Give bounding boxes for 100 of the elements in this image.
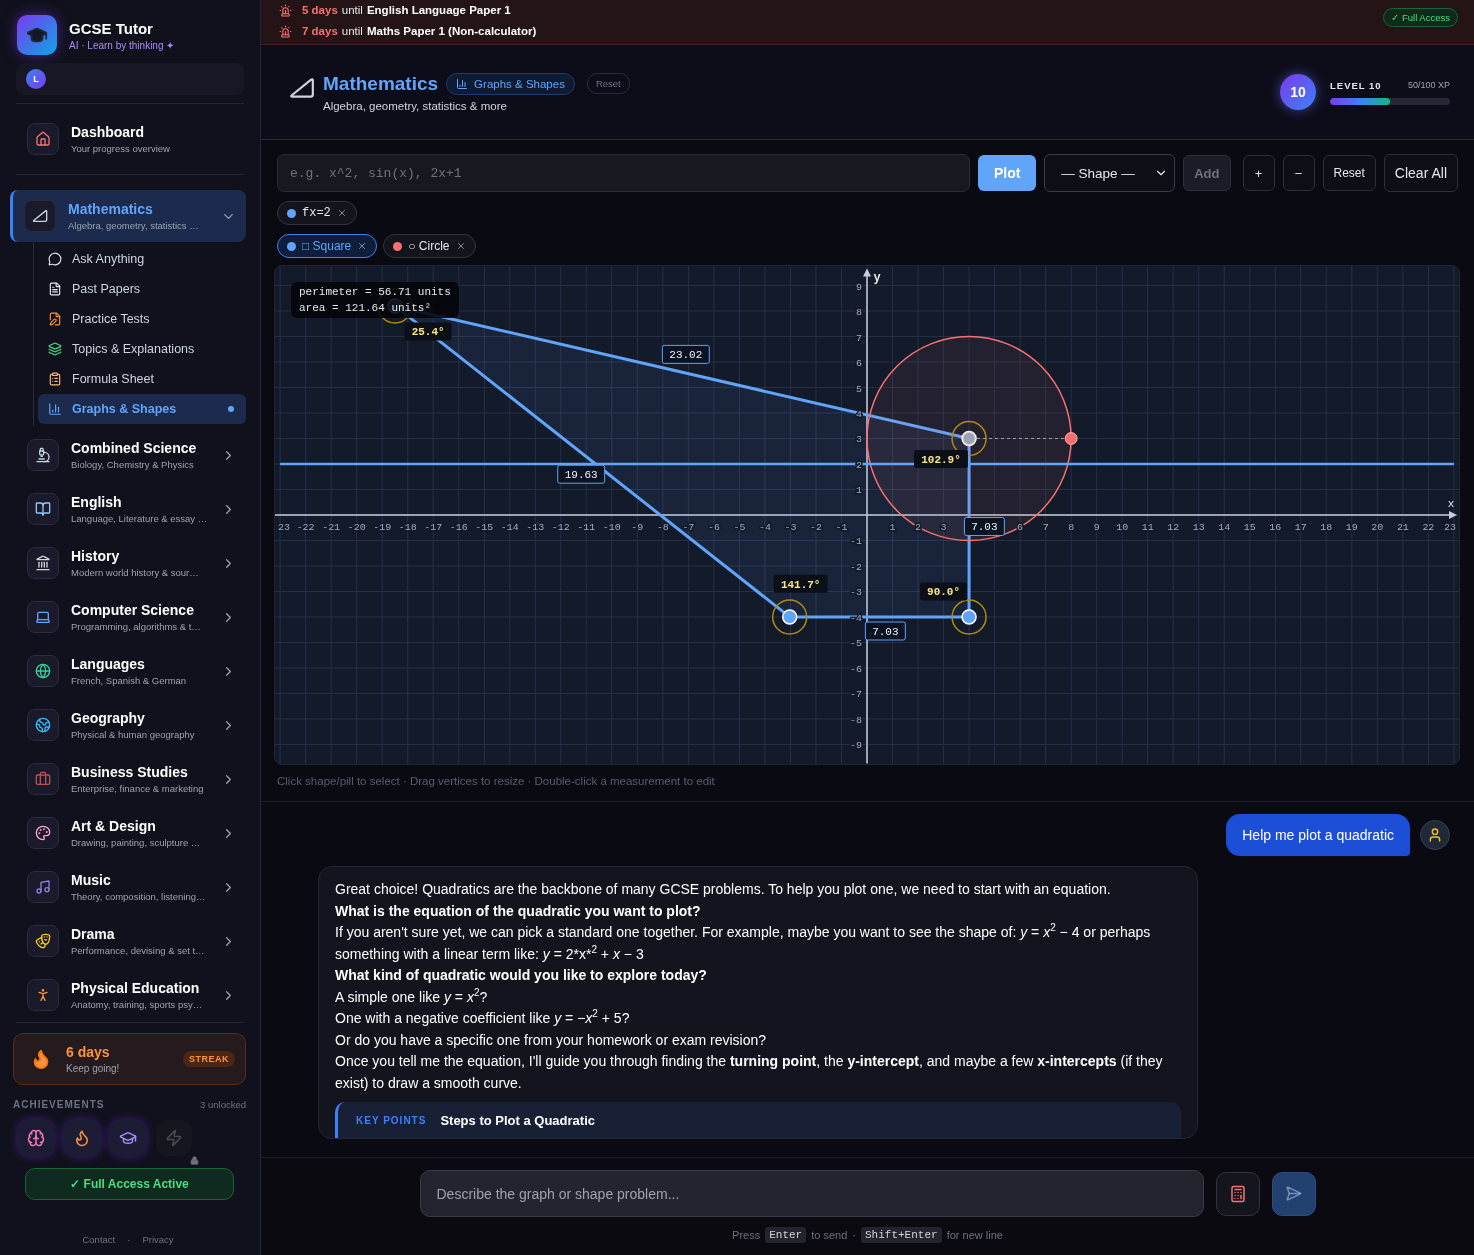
vertex-handle[interactable] [771, 599, 808, 635]
plot-pill[interactable]: fx=2 [277, 201, 357, 225]
send-button[interactable] [1271, 1171, 1316, 1216]
subject-item[interactable]: Computer Science Programming, algorithms & t… [10, 590, 246, 644]
axis-tick-label: 3 [856, 434, 862, 446]
subject-item[interactable]: Music Theory, composition, listening… [10, 860, 246, 914]
axis-tick-label: -14 [500, 521, 519, 533]
xp-text: 50/100 XP [1407, 79, 1450, 91]
subject-item[interactable]: Languages French, Spanish & German [10, 644, 246, 698]
subject-item[interactable]: Art & Design Drawing, painting, sculpture … [10, 806, 246, 860]
brain-icon [27, 1129, 45, 1147]
achievement-badge[interactable] [18, 1120, 54, 1156]
center-handle[interactable] [962, 432, 976, 445]
user-avatar[interactable]: L [26, 69, 46, 89]
full-access-button[interactable]: ✓ Full Access Active [25, 1168, 234, 1200]
section-title: ACHIEVEMENTS [13, 1099, 105, 1110]
measurement-label[interactable]: 141.7° [773, 574, 828, 593]
nav-title: Art & Design [71, 818, 157, 834]
subnav-item[interactable]: Graphs & Shapes [38, 394, 246, 424]
page-subtitle: Algebra, geometry, statistics & more [323, 99, 508, 112]
axis-label: x [1447, 498, 1455, 510]
axis-tick-label: -4 [758, 521, 771, 533]
axis-tick-label: 9 [1093, 521, 1100, 533]
axis-tick-label: -1 [835, 521, 848, 533]
lightning-icon [165, 1129, 183, 1147]
axis-tick-label: -10 [602, 521, 621, 533]
nav-title: Geography [71, 710, 146, 726]
measurement-label[interactable]: 25.4° [404, 322, 452, 341]
close-icon[interactable] [455, 241, 466, 251]
achievement-count: 3 unlocked [200, 1099, 246, 1110]
zoom-out-button[interactable]: − [1282, 155, 1315, 191]
subject-item[interactable]: History Modern world history & sour… [10, 536, 246, 590]
subject-item[interactable]: English Language, Literature & essay … [10, 482, 246, 536]
achievement-badge[interactable] [64, 1120, 100, 1156]
axis-tick-label: -9 [850, 740, 862, 752]
axis-tick-label: 12 [1167, 521, 1180, 533]
subnav-item[interactable]: Ask Anything [38, 244, 246, 274]
streak-badge: STREAK [183, 1051, 235, 1067]
reset-button[interactable]: Reset [1322, 155, 1376, 191]
key-points-label: KEY POINTS [356, 1114, 427, 1126]
measurement-label[interactable]: 19.63 [557, 464, 606, 484]
close-icon[interactable] [336, 208, 347, 218]
shape-select[interactable]: — Shape — [1044, 154, 1176, 192]
circle-shape[interactable] [866, 335, 1072, 542]
clear-all-button[interactable]: Clear All [1383, 154, 1458, 192]
message-text: One with a negative coefficient like y = −x$^{2}$ + 5? [335, 1008, 631, 1028]
globe-icon [35, 663, 51, 679]
shape-pill[interactable]: ○ Circle [383, 234, 476, 258]
measurement-label[interactable]: 102.9° [914, 449, 968, 468]
axis-tick-label: 13 [1192, 521, 1205, 533]
nav-subtitle: Programming, algorithms & t… [71, 621, 202, 632]
axis-tick-label: -7 [850, 689, 862, 701]
vertex-handle[interactable] [951, 599, 987, 635]
close-icon[interactable] [357, 241, 368, 251]
radius-handle[interactable] [1064, 432, 1078, 445]
subject-item[interactable]: Physical Education Anatomy, training, sports psy… [10, 968, 246, 1022]
axis-tick-label: 15 [1243, 521, 1256, 533]
measurement-label[interactable]: 7.03 [864, 621, 906, 641]
lock-icon [190, 1156, 199, 1165]
subnav-item[interactable]: Topics & Explanations [38, 334, 246, 364]
subject-item[interactable]: Business Studies Enterprise, finance & marketing [10, 752, 246, 806]
expression-field[interactable]: e.g. x^2, sin(x), 2x+1 [277, 154, 971, 192]
axis-tick-label: -6 [707, 521, 720, 533]
ruler-triangle-icon [32, 208, 48, 224]
reset-button[interactable]: Reset [586, 73, 630, 94]
message-field[interactable]: Describe the graph or shape problem... [419, 1170, 1204, 1217]
footer-link[interactable]: Privacy [142, 1234, 174, 1245]
axis-tick-label: -20 [347, 521, 366, 533]
subnav-item[interactable]: Formula Sheet [38, 364, 246, 394]
subnav-item[interactable]: Past Papers [38, 274, 246, 304]
function-line[interactable] [280, 462, 1454, 466]
subject-item[interactable]: Geography Physical & human geography [10, 698, 246, 752]
person-icon [1427, 827, 1443, 843]
calculator-button[interactable] [1215, 1171, 1260, 1216]
tool-pill[interactable]: Graphs & Shapes [446, 72, 575, 95]
measurement-label[interactable]: 23.02 [661, 344, 710, 364]
separator: · [127, 1234, 131, 1245]
axis-tick-label: 21 [1396, 521, 1409, 533]
measurement-label[interactable]: 90.0° [920, 582, 967, 601]
achievement-badge[interactable] [110, 1120, 146, 1156]
user-bar[interactable]: L [16, 63, 244, 95]
dashboard-item[interactable]: Dashboard Your progress overview [10, 112, 246, 166]
countdown-days: 5 days [302, 4, 338, 16]
graduation-cap-icon [119, 1129, 137, 1147]
measurement-label[interactable]: 7.03 [963, 517, 1005, 536]
subject-item[interactable]: Drama Performance, devising & set t… [10, 914, 246, 968]
subnav-item[interactable]: Practice Tests [38, 304, 246, 334]
message-heading: What kind of quadratic would you like to explore today? [335, 966, 708, 985]
subject-item[interactable]: Mathematics Algebra, geometry, statistics … [10, 190, 246, 242]
message-text: If you aren't sure yet, we can pick a standard one together. For example, maybe you want to see the shape of: y = x$^{2}$ − 4 or perhaps something with a linear term like: y = 2*x*$^{2}$ + x − 3 [335, 922, 1152, 964]
subject-item[interactable]: Combined Science Biology, Chemistry & Physics [10, 428, 246, 482]
exam-name: English Language Paper 1 [366, 4, 511, 16]
shape-pill[interactable]: □ Square [277, 234, 378, 258]
footer-link[interactable]: Contact [82, 1234, 116, 1245]
level-label: LEVEL 10 [1330, 79, 1382, 91]
nav-subtitle: Theory, composition, listening… [71, 891, 207, 902]
zoom-in-button[interactable]: + [1242, 155, 1275, 191]
graph-canvas[interactable] [274, 265, 1460, 765]
app-subtitle: AI · Learn by thinking ✦ [69, 39, 175, 51]
axis-tick-label: 16 [1269, 521, 1282, 533]
